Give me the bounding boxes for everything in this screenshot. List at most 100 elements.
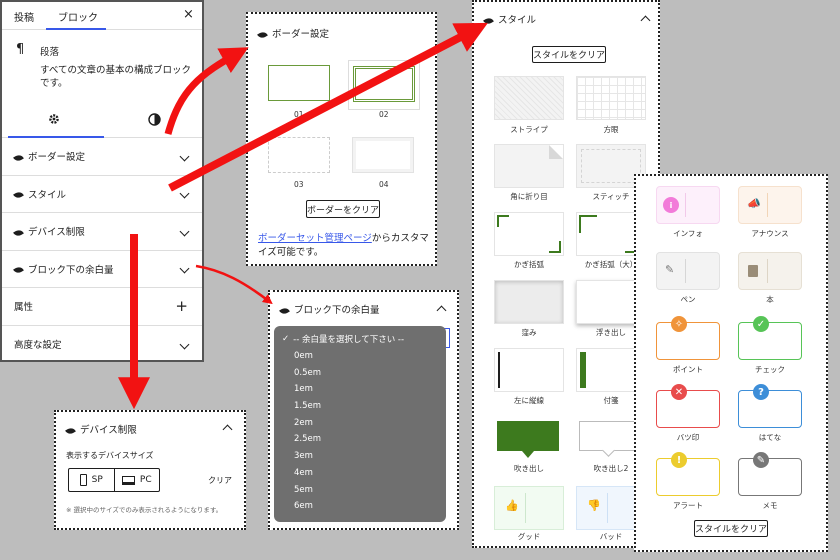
border-preset-01[interactable]	[264, 60, 336, 110]
chevron-up-icon[interactable]	[436, 305, 447, 316]
plus-icon: +	[175, 297, 188, 316]
panel-toggle-attributes[interactable]: 属性 +	[2, 288, 202, 326]
border-preset-02[interactable]	[348, 60, 420, 110]
margin-dropdown-list: ✓ -- 余白量を選択して下さい -- 0em 0.5em 1em 1.5em 2…	[274, 326, 446, 522]
border-preset-04[interactable]	[348, 132, 420, 182]
preset-label: 02	[379, 110, 389, 119]
style-panel: スタイル スタイルをクリア ストライプ 方眼 角に折り目 スティッチ かぎ括弧 …	[472, 0, 660, 548]
border-set-link[interactable]: ボーダーセット管理ページ	[258, 233, 372, 244]
style-bracket[interactable]	[494, 212, 564, 256]
panel-toggle-device[interactable]: デバイス制限	[2, 213, 202, 251]
gear-icon[interactable]	[48, 113, 60, 125]
style-inset[interactable]	[494, 280, 564, 324]
subtab-active-indicator	[8, 136, 104, 138]
check-icon: ✓	[753, 316, 769, 332]
dropdown-option[interactable]: 2em	[274, 414, 446, 431]
style-info[interactable]: i	[656, 186, 720, 224]
style-question[interactable]: ?	[738, 384, 802, 428]
style-left-line[interactable]	[494, 348, 564, 392]
tab-post[interactable]: 投稿	[14, 9, 34, 24]
panel-header[interactable]: スタイル	[483, 12, 537, 26]
close-icon[interactable]: ×	[183, 7, 194, 22]
style-grid[interactable]	[576, 76, 646, 120]
style-label: 方眼	[603, 125, 619, 134]
chevron-down-icon	[179, 339, 190, 350]
dropdown-option[interactable]: 3em	[274, 448, 446, 465]
block-description: すべての文章の基本の構成ブロックです。	[40, 65, 191, 89]
dropdown-option[interactable]: 1em	[274, 381, 446, 398]
pen-icon: ✎	[665, 263, 675, 276]
preset-label: 03	[294, 180, 304, 189]
thumbs-up-icon: 👍	[505, 499, 519, 512]
lightbulb-icon: ✧	[671, 316, 687, 332]
style-alert[interactable]: !	[656, 452, 720, 496]
panel-toggle-advanced[interactable]: 高度な設定	[2, 326, 202, 364]
row-label: スタイル	[28, 189, 67, 201]
style-pen[interactable]: ✎	[656, 252, 720, 290]
style-cross[interactable]: ✕	[656, 384, 720, 428]
dropdown-option[interactable]: 4em	[274, 465, 446, 482]
clear-border-button[interactable]: ボーダーをクリア	[306, 200, 380, 218]
device-size-label: 表示するデバイスサイズ	[66, 451, 154, 460]
panel-header[interactable]: デバイス制限	[65, 422, 137, 436]
chevron-down-icon	[179, 263, 190, 274]
chevron-up-icon[interactable]	[640, 15, 651, 26]
device-note: ※ 選択中のサイズでのみ表示されるようになります。	[66, 506, 223, 514]
style-check[interactable]: ✓	[738, 316, 802, 360]
callout-style-panel: i インフォ 📣 アナウンス ✎ ペン 本 ✧ ポイント ✓ チェック ✕ バツ…	[634, 174, 828, 552]
pencil-icon: ✎	[753, 452, 769, 468]
pc-button[interactable]: PC	[115, 469, 160, 491]
dropdown-option[interactable]: 5em	[274, 481, 446, 498]
tab-block[interactable]: ブロック	[58, 9, 98, 24]
alert-icon: !	[671, 452, 687, 468]
sp-button[interactable]: SP	[69, 469, 115, 491]
clear-style-button[interactable]: スタイルをクリア	[694, 520, 768, 537]
style-stripe[interactable]	[494, 76, 564, 120]
row-label: 高度な設定	[14, 340, 62, 352]
info-icon: i	[663, 197, 679, 213]
dropdown-option[interactable]: 0.5em	[274, 364, 446, 381]
style-label: 吹き出し	[514, 464, 544, 473]
panel-title: スタイル	[498, 15, 537, 26]
style-book[interactable]	[738, 252, 802, 290]
preset-label: 01	[294, 110, 304, 119]
block-inspector-sidebar: 投稿 ブロック × ¶ 段落 すべての文章の基本の構成ブロックです。 ボーダー設…	[0, 0, 204, 362]
row-label: ボーダー設定	[28, 152, 86, 164]
pc-label: PC	[139, 475, 152, 485]
dropdown-option[interactable]: 1.5em	[274, 398, 446, 415]
leaf-icon	[13, 227, 24, 238]
megaphone-icon: 📣	[747, 197, 761, 210]
style-memo[interactable]: ✎	[738, 452, 802, 496]
style-label: ストライプ	[510, 125, 548, 134]
panel-header[interactable]: ブロック下の余白量	[279, 302, 380, 316]
dropdown-option[interactable]: 6em	[274, 498, 446, 515]
style-label: ペン	[680, 295, 696, 304]
style-point[interactable]: ✧	[656, 316, 720, 360]
chevron-down-icon	[179, 226, 190, 237]
panel-toggle-style[interactable]: スタイル	[2, 176, 202, 213]
style-speech-bubble[interactable]	[494, 418, 564, 462]
question-icon: ?	[753, 384, 769, 400]
style-label: 窪み	[521, 328, 537, 337]
style-label: はてな	[758, 433, 782, 442]
chevron-down-icon	[179, 188, 190, 199]
style-label: チェック	[755, 365, 785, 374]
clear-style-button[interactable]: スタイルをクリア	[532, 46, 606, 63]
style-good[interactable]: 👍	[494, 486, 564, 530]
sp-label: SP	[91, 475, 103, 485]
border-preset-03[interactable]	[264, 132, 336, 182]
panel-header[interactable]: ボーダー設定	[257, 26, 329, 40]
style-folded-corner[interactable]	[494, 144, 564, 188]
chevron-up-icon[interactable]	[222, 424, 233, 435]
style-announce[interactable]: 📣	[738, 186, 802, 224]
dropdown-option[interactable]: 0em	[274, 348, 446, 365]
panel-toggle-margin[interactable]: ブロック下の余白量	[2, 251, 202, 288]
clear-device-button[interactable]: クリア	[208, 475, 232, 486]
contrast-icon[interactable]	[148, 113, 161, 126]
dropdown-option[interactable]: 2.5em	[274, 431, 446, 448]
dropdown-option-placeholder[interactable]: ✓ -- 余白量を選択して下さい --	[274, 331, 446, 348]
chevron-down-icon	[179, 151, 190, 162]
thumbs-down-icon: 👎	[587, 499, 601, 512]
block-title: 段落	[40, 47, 60, 58]
panel-toggle-border[interactable]: ボーダー設定	[2, 138, 202, 176]
